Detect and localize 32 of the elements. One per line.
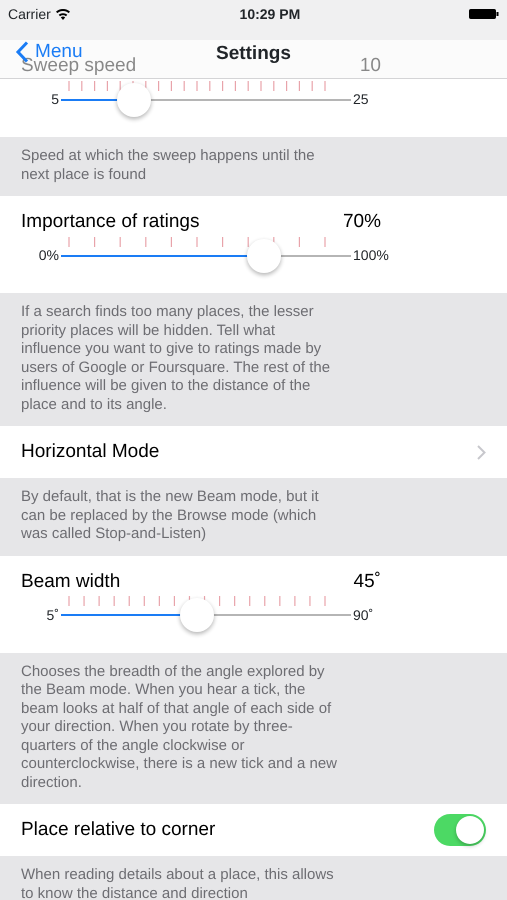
carrier-label: Carrier [8,4,51,24]
setting-description: When reading details about a place, this allows to know the distance and direction [21,866,335,900]
setting-title: Importance of ratings [21,210,200,234]
toggle-switch[interactable] [434,814,486,846]
setting-title: Horizontal Mode [21,440,160,464]
slider-thumb[interactable] [247,238,281,272]
slider-track[interactable] [61,82,351,116]
slider-thumb[interactable] [116,82,150,116]
setting-description: If a search finds too many places, the lesser priority places will be hidden. Tell what influence you want to give to ratings made by users of Google or Foursquare. The rest of the influence will be given to the distance of the place and to its angle. [21,303,332,414]
slider-min-label: 5˚ [46,606,60,624]
slider-max-label: 100% [352,246,390,265]
slider-thumb[interactable] [180,598,214,632]
battery-icon [468,8,499,20]
slider-track[interactable] [61,598,351,632]
screen-title: Settings [216,42,291,66]
settings-row[interactable]: Horizontal Mode [0,426,507,478]
setting-description: Speed at which the sweep happens until the next place is found [21,147,316,184]
setting-description: By default, that is the new Beam mode, but it can be replaced by the Browse mode (which was called Stop-and-Listen) [21,488,320,544]
setting-title: Beam width [21,570,120,594]
wifi-icon [54,8,71,20]
setting-value: 70% [342,210,381,234]
status-time: 10:29 PM [240,4,300,24]
setting-value: 45˚ [354,570,381,594]
slider-track[interactable] [61,238,351,272]
setting-description: Chooses the breadth of the angle explored by the Beam mode. When you hear a tick, the beam looks at half of that angle of each side of your direction. When you rotate by three-quarters of the angle clockwise or counterclockwise, there is a new tick and a new direction. [21,662,338,792]
slider-min-label: 0% [38,246,60,265]
setting-title: Place relative to corner [21,818,216,842]
slider-max-label: 90˚ [352,606,374,624]
slider-min-label: 5 [50,90,60,109]
chevron-right-icon [477,444,486,460]
setting-value: 10 [360,54,381,78]
slider-max-label: 25 [352,90,370,109]
